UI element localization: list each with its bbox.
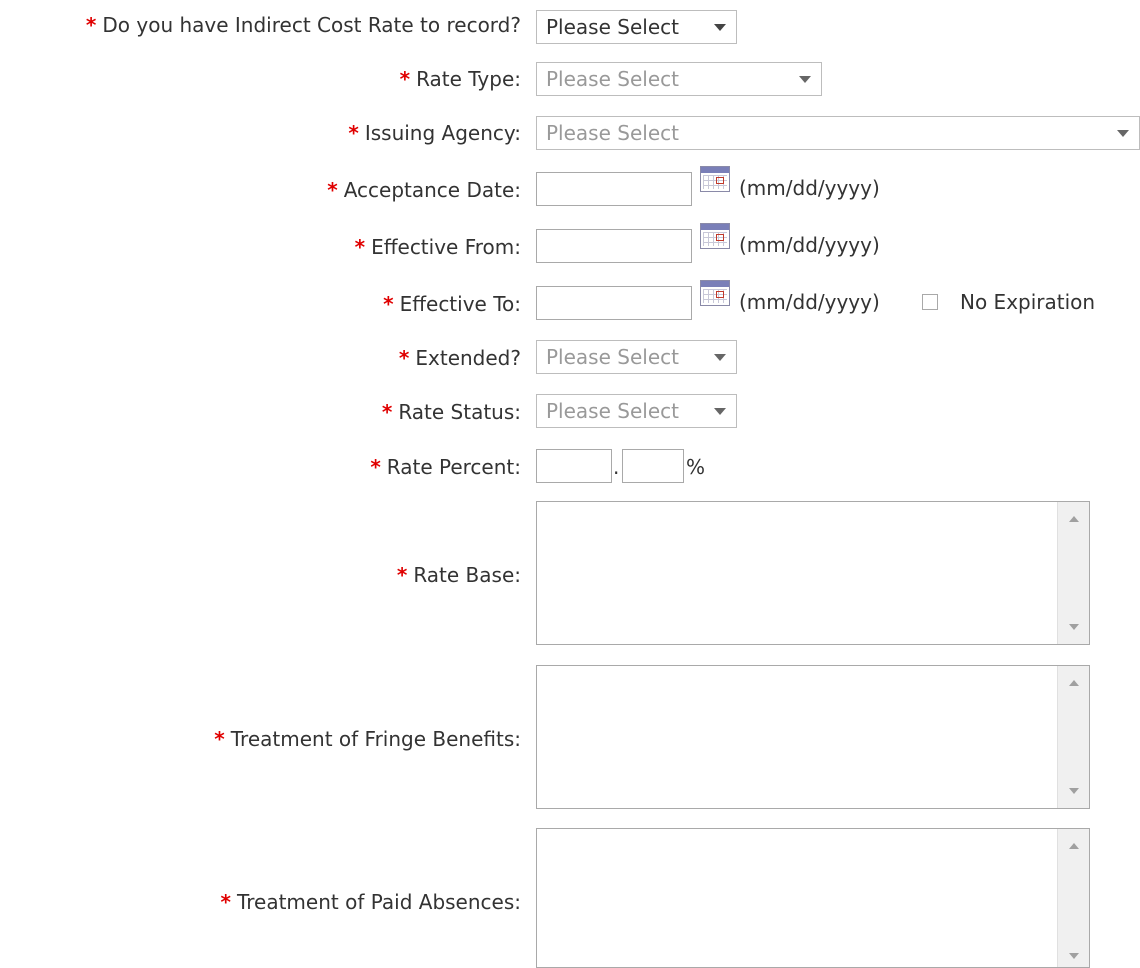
effective-to-input[interactable] <box>536 286 692 320</box>
scrollbar[interactable] <box>1057 829 1089 967</box>
chevron-down-icon <box>1117 130 1129 137</box>
rate-base-textarea[interactable] <box>536 501 1090 645</box>
scrollbar[interactable] <box>1057 502 1089 644</box>
rate-type-label: * Rate Type: <box>399 67 521 91</box>
no-expiration-checkbox[interactable] <box>922 294 938 310</box>
scroll-down-icon[interactable] <box>1069 953 1079 959</box>
rate-status-label: * Rate Status: <box>381 400 521 424</box>
scroll-up-icon[interactable] <box>1069 680 1079 686</box>
effective-from-label: * Effective From: <box>354 235 521 259</box>
date-format-hint: (mm/dd/yyyy) <box>739 233 880 257</box>
calendar-icon[interactable] <box>700 223 730 249</box>
fringe-benefits-label: * Treatment of Fringe Benefits: <box>214 727 521 751</box>
scroll-down-icon[interactable] <box>1069 624 1079 630</box>
rate-percent-whole-input[interactable] <box>536 449 612 483</box>
decimal-separator: . <box>613 455 620 479</box>
effective-to-label: * Effective To: <box>383 292 521 316</box>
scrollbar[interactable] <box>1057 666 1089 808</box>
issuing-agency-label: * Issuing Agency: <box>348 121 521 145</box>
rate-base-label: * Rate Base: <box>396 563 521 587</box>
acceptance-date-label: * Acceptance Date: <box>327 178 521 202</box>
has-rate-select[interactable]: Please Select <box>536 10 737 44</box>
chevron-down-icon <box>799 76 811 83</box>
no-expiration-label: No Expiration <box>960 290 1096 314</box>
chevron-down-icon <box>714 354 726 361</box>
calendar-icon[interactable] <box>700 166 730 192</box>
scroll-down-icon[interactable] <box>1069 788 1079 794</box>
date-format-hint: (mm/dd/yyyy) <box>739 176 880 200</box>
acceptance-date-input[interactable] <box>536 172 692 206</box>
chevron-down-icon <box>714 24 726 31</box>
effective-from-input[interactable] <box>536 229 692 263</box>
calendar-icon[interactable] <box>700 280 730 306</box>
rate-percent-label: * Rate Percent: <box>370 455 521 479</box>
paid-absences-label: * Treatment of Paid Absences: <box>220 890 522 914</box>
extended-select[interactable]: Please Select <box>536 340 737 374</box>
has-rate-label: * Do you have Indirect Cost Rate to recor… <box>85 13 521 37</box>
rate-status-select[interactable]: Please Select <box>536 394 737 428</box>
rate-percent-decimal-input[interactable] <box>622 449 684 483</box>
extended-label: * Extended? <box>398 346 521 370</box>
scroll-up-icon[interactable] <box>1069 843 1079 849</box>
issuing-agency-select[interactable]: Please Select <box>536 116 1140 150</box>
chevron-down-icon <box>714 408 726 415</box>
fringe-benefits-textarea[interactable] <box>536 665 1090 809</box>
percent-sign: % <box>686 455 706 479</box>
date-format-hint: (mm/dd/yyyy) <box>739 290 880 314</box>
scroll-up-icon[interactable] <box>1069 516 1079 522</box>
rate-type-select[interactable]: Please Select <box>536 62 822 96</box>
paid-absences-textarea[interactable] <box>536 828 1090 968</box>
